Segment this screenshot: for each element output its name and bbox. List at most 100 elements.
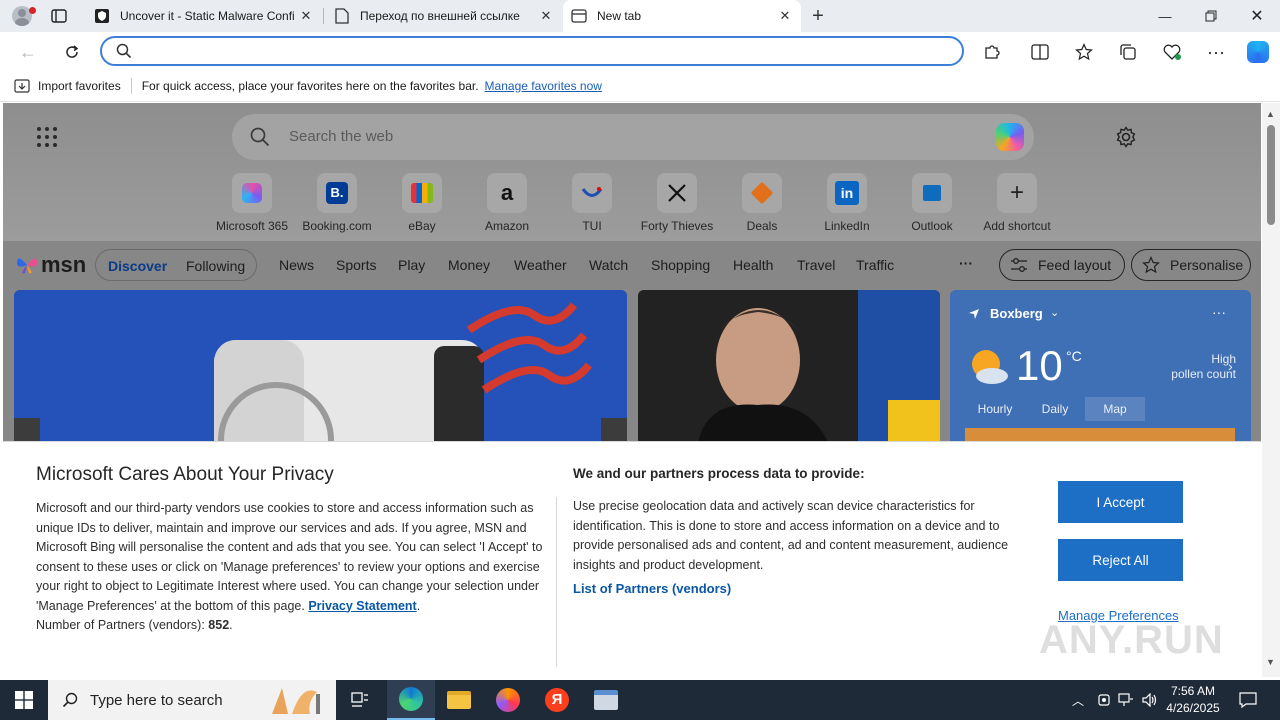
shortcut-forty-thieves[interactable]: Forty Thieves [635,173,719,233]
taskbar-app[interactable] [582,680,630,720]
page-scrollbar[interactable]: ▲ ▼ [1262,103,1280,677]
collections-button[interactable] [1116,40,1140,64]
address-bar[interactable] [100,36,964,66]
minimize-icon: — [1158,8,1172,24]
nav-travel[interactable]: Travel [797,257,835,273]
news-card[interactable] [638,290,940,442]
clock-date: 4/26/2025 [1166,701,1220,715]
shortcut-amazon[interactable]: a Amazon [465,173,549,233]
browser-essentials-button[interactable] [1160,40,1184,64]
shortcut-tui[interactable]: TUI [550,173,634,233]
close-window-button[interactable]: ✕ [1234,0,1280,32]
privacy-statement-link[interactable]: Privacy Statement [308,599,416,613]
taskbar-search[interactable]: Type here to search [48,680,336,720]
shortcut-ebay[interactable]: eBay [380,173,464,233]
nav-sports[interactable]: Sports [336,257,376,273]
close-icon[interactable]: ✕ [538,8,554,24]
taskbar-yandex[interactable]: Я [533,680,581,720]
chevron-down-icon[interactable]: ⌄ [1050,306,1059,319]
accept-button[interactable]: I Accept [1058,481,1183,523]
shortcut-booking[interactable]: B. Booking.com [295,173,379,233]
pollen-info[interactable]: High pollen count [1140,352,1236,382]
nav-play[interactable]: Play [398,257,425,273]
shortcut-outlook[interactable]: Outlook [890,173,974,233]
app-window-icon [594,690,618,710]
extensions-button[interactable] [980,40,1004,64]
taskbar-edge[interactable] [387,680,435,720]
minimize-button[interactable]: — [1142,0,1188,32]
copilot-button[interactable] [1246,40,1270,64]
chevron-right-icon[interactable]: › [1228,358,1233,374]
nav-money[interactable]: Money [448,257,490,273]
tab-new-tab[interactable]: New tab ✕ [563,0,801,32]
start-button[interactable] [0,680,48,720]
nav-more-icon[interactable]: ··· [959,255,973,271]
tab-actions-button[interactable] [44,6,74,26]
hero-story-card[interactable] [14,290,627,442]
nav-shopping[interactable]: Shopping [651,257,710,273]
apps-grid-icon[interactable] [37,127,57,147]
profile-button[interactable] [8,4,36,28]
nav-health[interactable]: Health [733,257,773,273]
tab-label: New tab [597,9,642,23]
settings-more-button[interactable]: ··· [1204,40,1228,64]
shortcut-deals[interactable]: Deals [720,173,804,233]
back-button[interactable]: ← [14,38,42,66]
import-favorites-button[interactable]: Import favorites [14,79,121,93]
new-tab-button[interactable]: + [806,4,830,28]
scroll-thumb[interactable] [1267,125,1275,225]
more-icon[interactable]: ··· [1212,304,1226,320]
search-icon [62,692,78,708]
weather-card[interactable]: Boxberg ⌄ ··· 10 °C High pollen count › … [950,290,1251,442]
tab-map[interactable]: Map [1085,397,1145,421]
msn-logo[interactable]: msn [15,252,86,278]
restore-button[interactable] [1188,0,1234,32]
copilot-icon[interactable] [996,123,1024,151]
manage-favorites-link[interactable]: Manage favorites now [485,79,602,93]
shortcut-microsoft-365[interactable]: Microsoft 365 [210,173,294,233]
address-input[interactable] [142,41,942,61]
tray-network[interactable] [1116,680,1136,720]
nav-traffic[interactable]: Traffic [856,257,894,273]
shortcut-label: eBay [408,219,436,233]
refresh-button[interactable] [58,38,86,66]
scroll-up-icon[interactable]: ▲ [1266,109,1275,119]
split-screen-button[interactable] [1028,40,1052,64]
reject-all-button[interactable]: Reject All [1058,539,1183,581]
weather-location[interactable]: Boxberg [990,306,1043,321]
task-view-button[interactable] [336,680,384,720]
nav-news[interactable]: News [279,257,314,273]
scroll-down-icon[interactable]: ▼ [1266,657,1275,667]
tray-expand-button[interactable]: ︿ [1068,680,1088,720]
add-shortcut-button[interactable]: + Add shortcut [975,173,1059,233]
close-icon[interactable]: ✕ [777,8,793,24]
notifications-button[interactable] [1236,680,1260,720]
taskbar-clock[interactable]: 7:56 AM 4/26/2025 [1158,683,1228,717]
shortcut-linkedin[interactable]: in LinkedIn [805,173,889,233]
close-icon[interactable]: ✕ [298,8,314,24]
task-view-icon [351,692,368,707]
gear-icon[interactable] [1115,126,1137,148]
tab-actions-icon [51,9,67,23]
partly-cloudy-icon [972,350,1008,384]
tray-network-extra[interactable] [1094,680,1114,720]
feed-layout-button[interactable]: Feed layout [999,249,1125,281]
list-of-partners-link[interactable]: List of Partners (vendors) [573,581,731,596]
tab-following[interactable]: Following [186,258,245,274]
clock-time: 7:56 AM [1170,684,1216,698]
web-search-box[interactable]: Search the web [232,114,1034,160]
tab-discover[interactable]: Discover [108,258,167,274]
taskbar-file-explorer[interactable] [435,680,483,720]
personalise-button[interactable]: Personalise [1131,249,1251,281]
tray-volume[interactable] [1140,680,1160,720]
tab-static-malware[interactable]: Uncover it - Static Malware Confi ✕ [86,0,322,32]
nav-weather[interactable]: Weather [514,257,567,273]
nav-watch[interactable]: Watch [589,257,628,273]
favorites-bar: Import favorites For quick access, place… [0,70,1280,102]
favorites-button[interactable] [1072,40,1096,64]
tab-daily[interactable]: Daily [1025,397,1085,421]
taskbar-firefox[interactable] [484,680,532,720]
tab-external-link[interactable]: Переход по внешней ссылке ✕ [326,0,562,32]
tab-hourly[interactable]: Hourly [965,397,1025,421]
copilot-icon [1247,41,1269,63]
